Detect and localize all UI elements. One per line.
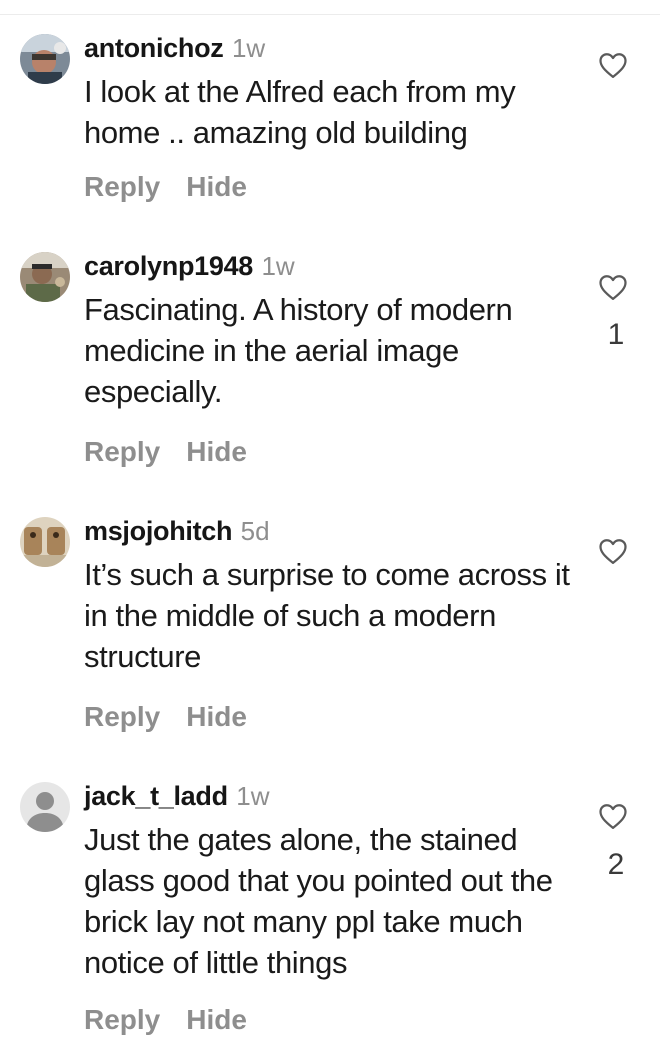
username[interactable]: jack_t_ladd xyxy=(84,781,228,811)
reply-button[interactable]: Reply xyxy=(84,701,160,732)
avatar[interactable] xyxy=(20,252,70,302)
person-silhouette-icon xyxy=(20,782,70,832)
like-button[interactable] xyxy=(598,537,632,569)
avatar-photo-icon xyxy=(20,34,70,84)
top-divider xyxy=(0,14,660,15)
like-button[interactable] xyxy=(598,273,632,305)
timestamp: 1w xyxy=(236,781,270,811)
avatar-photo-icon xyxy=(20,517,70,567)
comment-header: antonichoz 1w xyxy=(84,30,265,71)
comment-header: jack_t_ladd 1w xyxy=(84,778,269,819)
comment-actions: Reply Hide xyxy=(84,169,273,205)
timestamp: 5d xyxy=(240,516,270,546)
comment-actions: Reply Hide xyxy=(84,1002,273,1038)
timestamp: 1w xyxy=(231,33,266,63)
hide-button[interactable]: Hide xyxy=(186,171,247,202)
heart-outline-icon xyxy=(599,804,627,829)
comment-text: It’s such a surprise to come across it i… xyxy=(84,557,570,674)
comment-text: I look at the Alfred each from my home .… xyxy=(84,74,516,150)
comment-header: carolynp1948 1w xyxy=(84,248,295,289)
like-count: 2 xyxy=(607,848,625,881)
reply-button[interactable]: Reply xyxy=(84,1004,160,1035)
username[interactable]: msjojohitch xyxy=(84,516,233,546)
reply-button[interactable]: Reply xyxy=(84,171,160,202)
hide-button[interactable]: Hide xyxy=(186,701,247,732)
reply-button[interactable]: Reply xyxy=(84,436,160,467)
comment-header: msjojohitch 5d xyxy=(84,513,270,554)
heart-outline-icon xyxy=(599,539,627,564)
comment-actions: Reply Hide xyxy=(84,434,273,470)
avatar[interactable] xyxy=(20,782,70,832)
comment-text: Fascinating. A history of modern medicin… xyxy=(84,292,513,409)
comment-actions: Reply Hide xyxy=(84,699,273,735)
heart-outline-icon xyxy=(599,53,627,78)
username[interactable]: antonichoz xyxy=(84,33,224,63)
like-count: 1 xyxy=(607,318,625,351)
like-button[interactable] xyxy=(598,802,632,834)
avatar-photo-icon xyxy=(20,252,70,302)
hide-button[interactable]: Hide xyxy=(186,436,247,467)
comment-text: Just the gates alone, the stained glass … xyxy=(84,822,553,980)
username[interactable]: carolynp1948 xyxy=(84,251,253,281)
like-button[interactable] xyxy=(598,51,632,83)
heart-outline-icon xyxy=(599,275,627,300)
hide-button[interactable]: Hide xyxy=(186,1004,247,1035)
avatar[interactable] xyxy=(20,34,70,84)
timestamp: 1w xyxy=(261,251,295,281)
avatar[interactable] xyxy=(20,517,70,567)
